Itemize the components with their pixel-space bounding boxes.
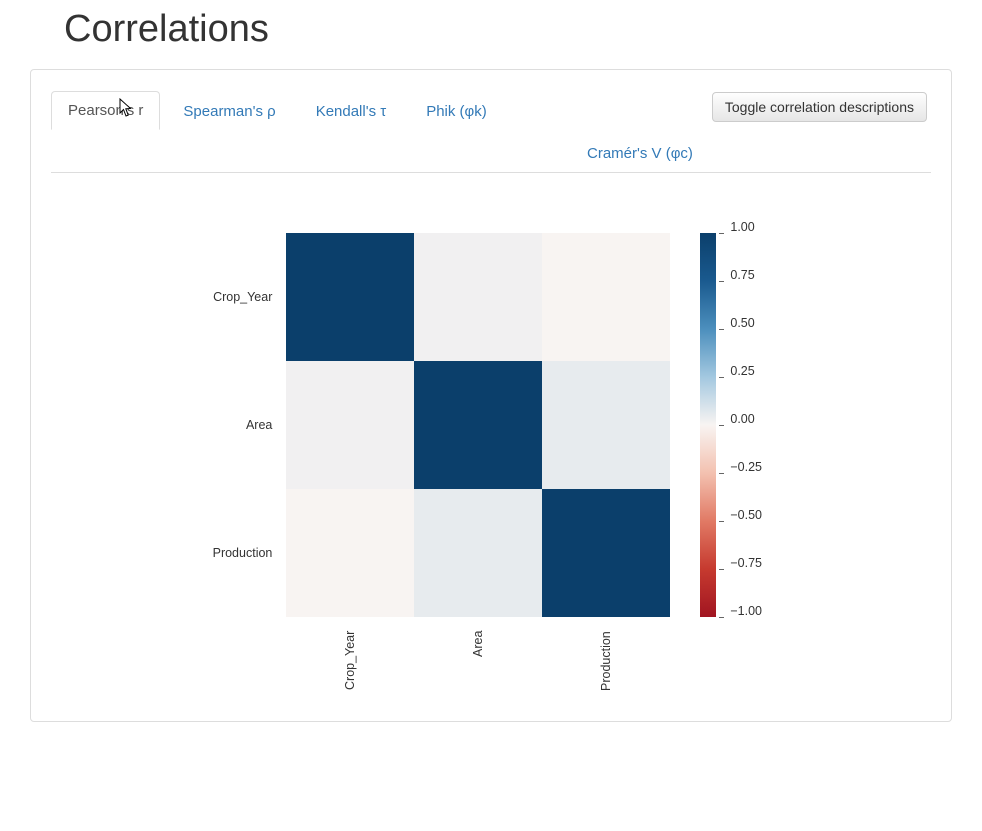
x-label: Area [414,627,542,697]
heatmap-cell [414,233,542,361]
x-axis-labels: Crop_Year Area Production [286,627,670,697]
tab-pearson[interactable]: Pearson's r [51,91,160,130]
x-label: Crop_Year [286,627,414,697]
colorbar-ticks: 1.000.750.500.250.00−0.25−0.50−0.75−1.00 [719,233,769,617]
heatmap-grid [286,233,670,617]
heatmap-cell [414,489,542,617]
tab-spearman[interactable]: Spearman's ρ [166,92,292,130]
colorbar: 1.000.750.500.250.00−0.25−0.50−0.75−1.00 [700,233,769,617]
tab-phik[interactable]: Phik (φk) [409,92,504,130]
heatmap-cell [286,233,414,361]
y-label: Crop_Year [213,233,277,361]
heatmap-cell [286,361,414,489]
y-label: Area [213,361,277,489]
x-label: Production [542,627,670,697]
correlations-panel: Pearson's r Spearman's ρ Kendall's τ Phi… [30,69,952,722]
tabs: Pearson's r Spearman's ρ Kendall's τ Phi… [51,90,712,172]
heatmap-grid-container: Crop_Year Area Production [286,233,670,697]
heatmap-cell [414,361,542,489]
heatmap-cell [286,489,414,617]
heatmap-cell [542,233,670,361]
page-title: Correlations [64,8,982,51]
toggle-descriptions-button[interactable]: Toggle correlation descriptions [712,92,927,122]
tabs-row: Pearson's r Spearman's ρ Kendall's τ Phi… [51,90,931,173]
tab-kendall[interactable]: Kendall's τ [299,92,404,130]
y-label: Production [213,489,277,617]
heatmap-wrap: Crop_Year Area Production Crop_Year Area… [213,233,671,697]
colorbar-gradient [700,233,716,617]
tab-cramer[interactable]: Cramér's V (φc) [571,137,709,172]
heatmap-cell [542,361,670,489]
heatmap-cell [542,489,670,617]
heatmap-chart: Crop_Year Area Production Crop_Year Area… [51,173,931,697]
y-axis-labels: Crop_Year Area Production [213,233,277,617]
